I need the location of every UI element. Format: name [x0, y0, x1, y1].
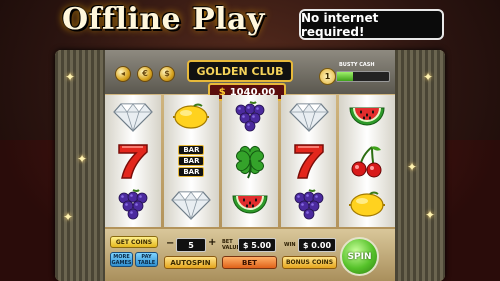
level-progress-bar — [336, 71, 390, 82]
sound-toggle-icon[interactable]: ◂ — [115, 66, 131, 82]
seven-symbol-icon — [111, 142, 155, 180]
watermelon-symbol-icon — [228, 186, 272, 224]
clover-symbol-icon — [228, 142, 272, 180]
machine-left-panel: ✦ ✦ ✦ — [55, 50, 105, 281]
busty-cash-label: BUSTY CASH — [339, 62, 375, 68]
autospin-button[interactable]: AUTOSPIN — [164, 256, 217, 269]
win-label: WIN — [284, 242, 296, 248]
watermelon-symbol-icon — [345, 98, 389, 136]
diamond-symbol-icon — [287, 98, 331, 136]
reel-1 — [105, 95, 161, 227]
grapes-symbol-icon — [287, 186, 331, 224]
level-badge: 1 — [319, 68, 336, 85]
bar-label: BAR — [178, 145, 205, 155]
coin-stack-icon[interactable]: $ — [159, 66, 175, 82]
diamond-symbol-icon — [111, 98, 155, 136]
win-value-display: $ 0.00 — [298, 238, 336, 252]
reel-5 — [339, 95, 395, 227]
get-coins-button[interactable]: GET COINS — [110, 236, 158, 248]
sparkle-icon: ✦ — [425, 208, 436, 222]
lemon-symbol-icon — [169, 98, 213, 136]
more-games-button[interactable]: MORE GAMES — [110, 252, 133, 267]
machine-right-panel: ✦ ✦ ✦ — [395, 50, 445, 281]
reel-3 — [222, 95, 278, 227]
sparkle-icon: ✦ — [77, 152, 88, 166]
grapes-symbol-icon — [111, 186, 155, 224]
reels-area: BAR BAR BAR — [105, 95, 395, 227]
lemon-symbol-icon — [345, 186, 389, 224]
pay-table-button[interactable]: PAY TABLE — [135, 252, 158, 267]
reel-2: BAR BAR BAR — [163, 95, 220, 227]
lines-minus-button[interactable]: − — [166, 238, 174, 249]
level-progress-fill — [337, 72, 353, 81]
sparkle-icon: ✦ — [63, 210, 74, 224]
sparkle-icon: ✦ — [423, 70, 434, 84]
lines-value-display: 5 — [176, 238, 206, 252]
diamond-symbol-icon — [169, 186, 213, 224]
bar-label: BAR — [178, 167, 205, 177]
club-title: GOLDEN CLUB — [187, 60, 293, 82]
promo-badge: No internet required! — [299, 9, 444, 40]
grapes-symbol-icon — [228, 98, 272, 136]
bet-value-display: $ 5.00 — [238, 238, 276, 252]
cherries-symbol-icon — [345, 142, 389, 180]
bonus-coins-button[interactable]: BONUS COINS — [282, 256, 337, 269]
reel-4 — [280, 95, 337, 227]
settings-coin-icon[interactable]: € — [137, 66, 153, 82]
bet-button[interactable]: BET — [222, 256, 277, 269]
sparkle-icon: ✦ — [65, 70, 76, 84]
bar-label: BAR — [178, 156, 205, 166]
bet-value-label: BET VALUE — [222, 239, 240, 251]
lines-plus-button[interactable]: + — [208, 237, 216, 248]
triple-bar-symbol-icon: BAR BAR BAR — [169, 142, 213, 180]
promo-title: Offline Play — [62, 2, 265, 37]
spin-button[interactable]: SPIN — [340, 237, 379, 276]
sparkle-icon: ✦ — [407, 160, 418, 174]
seven-symbol-icon — [287, 142, 331, 180]
